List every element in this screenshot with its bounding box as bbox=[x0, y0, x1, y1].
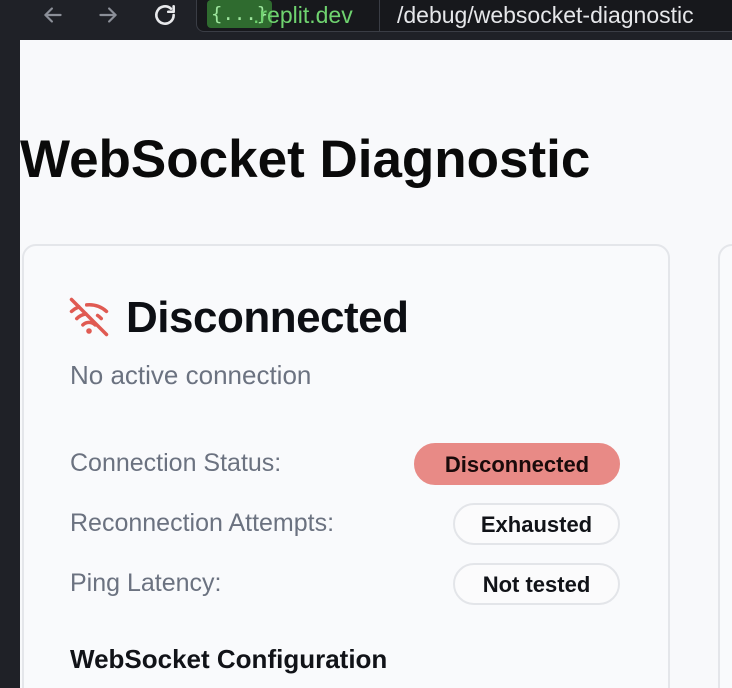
secondary-card bbox=[718, 244, 732, 688]
page-title: WebSocket Diagnostic bbox=[20, 130, 591, 189]
reconnection-attempts-label: Reconnection Attempts: bbox=[70, 509, 335, 537]
connection-status-label: Connection Status: bbox=[70, 449, 282, 477]
url-divider bbox=[379, 0, 380, 31]
arrow-right-icon bbox=[99, 7, 117, 23]
back-button[interactable] bbox=[38, 0, 68, 30]
connection-status-subtitle: No active connection bbox=[70, 360, 312, 390]
connection-status-heading: Disconnected bbox=[126, 293, 409, 342]
url-path: /debug/websocket-diagnostic bbox=[397, 2, 694, 28]
forward-button[interactable] bbox=[93, 0, 123, 30]
arrow-left-icon bbox=[44, 7, 62, 23]
ping-latency-label: Ping Latency: bbox=[70, 569, 222, 597]
websocket-config-title: WebSocket Configuration bbox=[70, 644, 388, 674]
connection-status-badge: Disconnected bbox=[414, 443, 620, 485]
reload-icon bbox=[155, 5, 175, 25]
url-host: .replit.dev bbox=[253, 2, 353, 28]
reload-button[interactable] bbox=[150, 0, 180, 30]
wifi-off-icon bbox=[69, 297, 109, 337]
reconnection-attempts-badge: Exhausted bbox=[453, 503, 620, 545]
address-bar[interactable]: {...} .replit.dev /debug/websocket-diagn… bbox=[196, 0, 732, 32]
browser-side-strip bbox=[0, 0, 20, 688]
ping-latency-badge: Not tested bbox=[453, 563, 620, 605]
